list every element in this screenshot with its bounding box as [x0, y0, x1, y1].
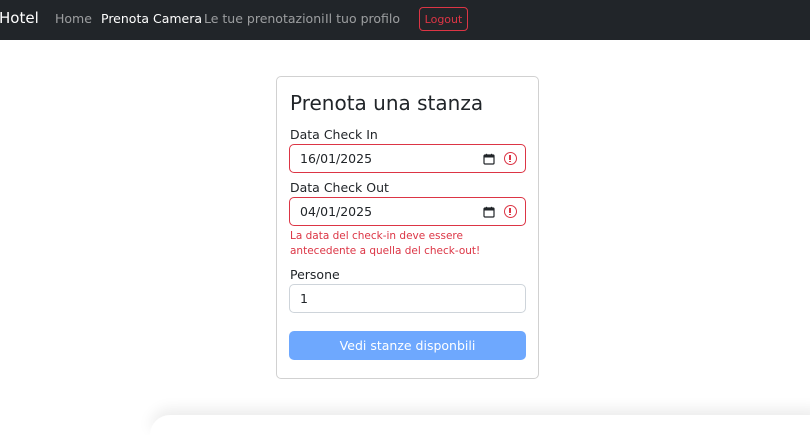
error-icon: [504, 152, 517, 165]
nav-le-tue-prenotazioni[interactable]: Le tue prenotazioni: [204, 11, 325, 26]
navbar: Hotel Home Prenota Camera Le tue prenota…: [0, 0, 810, 40]
checkout-date-input[interactable]: 04/01/2025: [289, 197, 526, 226]
error-icon: [504, 205, 517, 218]
persons-label: Persone: [290, 267, 340, 282]
checkin-value: 16/01/2025: [300, 151, 373, 166]
checkout-label: Data Check Out: [290, 180, 389, 195]
booking-card: Prenota una stanza Data Check In 16/01/2…: [276, 76, 539, 379]
nav-home[interactable]: Home: [55, 11, 92, 26]
persons-input[interactable]: 1: [289, 284, 526, 313]
checkout-value: 04/01/2025: [300, 204, 373, 219]
nav-il-tuo-profilo[interactable]: Il tuo profilo: [325, 11, 400, 26]
logout-button[interactable]: Logout: [419, 7, 468, 31]
card-title: Prenota una stanza: [290, 91, 484, 115]
persons-value: 1: [300, 291, 308, 306]
calendar-icon[interactable]: [483, 206, 495, 218]
date-error-message: La data del check-in deve essere anteced…: [290, 230, 481, 257]
checkin-label: Data Check In: [290, 127, 378, 142]
view-rooms-button[interactable]: Vedi stanze disponbili: [289, 331, 526, 360]
checkin-date-input[interactable]: 16/01/2025: [289, 144, 526, 173]
brand[interactable]: Hotel: [0, 9, 39, 27]
calendar-icon[interactable]: [483, 153, 495, 165]
nav-prenota-camera[interactable]: Prenota Camera: [101, 11, 202, 26]
bottom-shadow: [150, 415, 810, 435]
